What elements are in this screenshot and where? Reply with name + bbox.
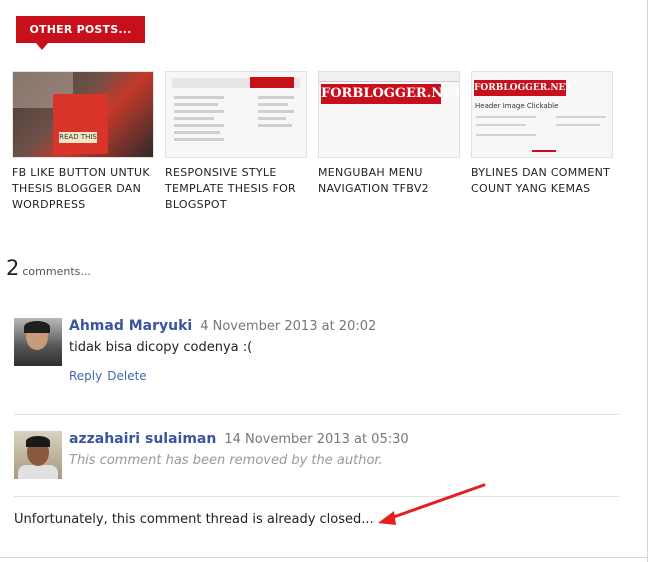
thumb-line (174, 131, 220, 134)
thumb-arrow (532, 150, 556, 152)
comment-author-name[interactable]: Ahmad Maryuki (69, 318, 192, 334)
comment-actions: Reply Delete (69, 369, 152, 383)
thumb-line (174, 117, 214, 120)
comment-body: tidak bisa dicopy codenya :( (69, 340, 253, 355)
post-title-3[interactable]: MENGUBAH MENU NAVIGATION TFBV2 (318, 165, 458, 197)
related-post-2[interactable]: RESPONSIVE STYLE TEMPLATE THESIS FOR BLO… (165, 71, 307, 213)
post-title-2[interactable]: RESPONSIVE STYLE TEMPLATE THESIS FOR BLO… (165, 165, 305, 213)
thumb-line (556, 116, 606, 118)
thumb-line (476, 124, 526, 126)
comment-divider (14, 496, 619, 497)
thumb-line (556, 124, 600, 126)
comment-author: Ahmad Maryuki 4 November 2013 at 20:02 (69, 318, 376, 334)
avatar-hair (26, 436, 50, 447)
thumb-line (258, 103, 288, 106)
related-post-3[interactable]: FORBLOGGER.NET MENGUBAH MENU NAVIGATION … (318, 71, 460, 197)
thumb-line (174, 124, 224, 127)
comment-divider (14, 414, 619, 415)
post-title-4[interactable]: BYLINES DAN COMMENT COUNT YANG KEMAS (471, 165, 611, 197)
post-thumbnail-3[interactable]: FORBLOGGER.NET (318, 71, 460, 158)
label-notch (36, 43, 48, 50)
comment-author: azzahairi sulaiman 14 November 2013 at 05… (69, 431, 409, 447)
thumb-logo: FORBLOGGER.NET (321, 84, 459, 104)
other-posts-title: OTHER POSTS... (29, 23, 132, 36)
thumb-line (258, 124, 292, 127)
thumb-line (174, 103, 218, 106)
comment-2: azzahairi sulaiman 14 November 2013 at 05… (14, 431, 619, 481)
avatar-hair (24, 321, 50, 333)
thumb-book (53, 94, 108, 154)
comments-closed-note: Unfortunately, this comment thread is al… (14, 512, 374, 527)
thumb-logo (250, 77, 294, 88)
comment-1: Ahmad Maryuki 4 November 2013 at 20:02 ti… (14, 318, 619, 398)
thumb-line (258, 96, 294, 99)
comment-timestamp[interactable]: 4 November 2013 at 20:02 (200, 319, 376, 334)
thumb-line (174, 138, 224, 141)
avatar-shirt (18, 465, 58, 479)
other-posts-label: OTHER POSTS... (16, 16, 145, 50)
thumb-line (258, 117, 286, 120)
comments-header: 2 comments... (6, 256, 91, 280)
comments-count: 2 (6, 256, 20, 280)
avatar[interactable] (14, 431, 62, 479)
post-thumbnail-2[interactable] (165, 71, 307, 158)
arrow-shaft (386, 483, 486, 521)
thumb-line (476, 134, 536, 136)
thumb-heading: Header Image Clickable (475, 102, 559, 110)
related-post-1[interactable]: READ THIS FB LIKE BUTTON UNTUK THESIS BL… (12, 71, 154, 213)
thumb-line (258, 110, 294, 113)
thumb-line (174, 110, 224, 113)
thumb-line (174, 96, 224, 99)
thumb-logo: FORBLOGGER.NET (474, 80, 572, 96)
thumb-label: READ THIS (59, 132, 97, 143)
comment-author-name[interactable]: azzahairi sulaiman (69, 431, 216, 447)
page-right-border (647, 0, 648, 562)
post-title-1[interactable]: FB LIKE BUTTON UNTUK THESIS BLOGGER DAN … (12, 165, 152, 213)
post-thumbnail-1[interactable]: READ THIS (12, 71, 154, 158)
comments-label: comments... (22, 265, 91, 278)
thumb-line (476, 116, 536, 118)
reply-link[interactable]: Reply (69, 369, 102, 383)
red-arrow-icon (378, 483, 486, 525)
comment-timestamp[interactable]: 14 November 2013 at 05:30 (224, 432, 408, 447)
delete-link[interactable]: Delete (107, 369, 146, 383)
thumb-menu-bar (319, 72, 459, 82)
comment-removed-notice: This comment has been removed by the aut… (69, 453, 383, 468)
arrow-head (378, 511, 396, 525)
page-bottom-border (0, 557, 648, 558)
post-thumbnail-4[interactable]: FORBLOGGER.NET Header Image Clickable (471, 71, 613, 158)
related-post-4[interactable]: FORBLOGGER.NET Header Image Clickable BY… (471, 71, 613, 197)
avatar[interactable] (14, 318, 62, 366)
